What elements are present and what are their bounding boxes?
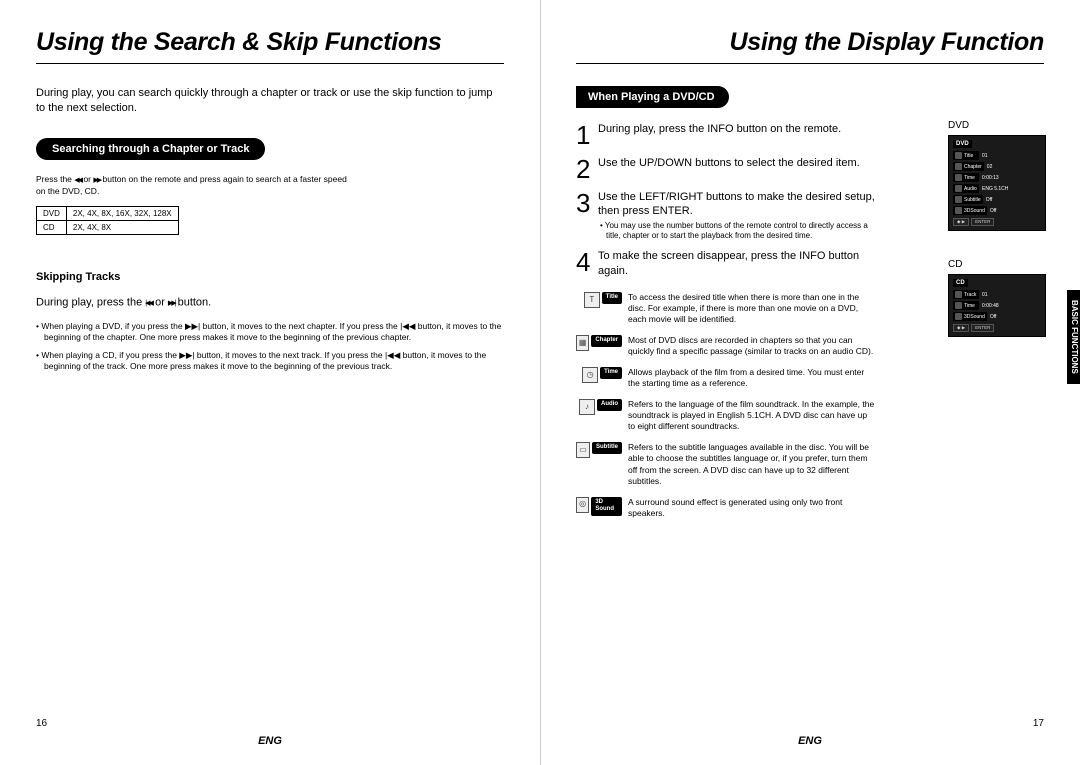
txt: button on the remote and press again to …	[103, 174, 347, 185]
step-num: 3	[576, 190, 598, 241]
chip-3dsound: 3D Sound	[591, 497, 622, 517]
osd-dvd: DVD Title01 Chapter02 Time0:00:13 AudioE…	[948, 135, 1046, 231]
chip-chapter: Chapter	[591, 335, 622, 347]
step-text: Use the UP/DOWN buttons to select the de…	[598, 156, 860, 182]
rule	[36, 63, 504, 64]
skip-body: During play, press the or button.	[36, 295, 504, 310]
chapter-osd-icon: ▦	[576, 335, 589, 351]
title-osd-icon: T	[584, 292, 600, 308]
page-left: Using the Search & Skip Functions During…	[0, 0, 540, 765]
cell: DVD	[37, 206, 67, 220]
cell: 2X, 4X, 8X, 16X, 32X, 128X	[66, 206, 178, 220]
footer-right: 17 ENG	[576, 731, 1044, 747]
lang-code: ENG	[36, 735, 504, 747]
footer-left: 16 ENG	[36, 731, 504, 747]
txt: or	[83, 174, 91, 185]
osd-dvd-label: DVD	[948, 120, 1044, 131]
chip-title: Title	[602, 292, 622, 304]
section-heading-when-playing: When Playing a DVD/CD	[576, 86, 729, 108]
txt: or	[155, 296, 165, 308]
txt: button.	[178, 296, 212, 308]
page-number: 17	[1033, 718, 1044, 729]
chip-subtitle: Subtitle	[592, 442, 622, 454]
info-text: A surround sound effect is generated usi…	[628, 497, 876, 519]
cell: CD	[37, 220, 67, 234]
rewind-icon	[74, 174, 81, 185]
section-tab: BASIC FUNCTIONS	[1067, 290, 1080, 384]
step-num: 4	[576, 249, 598, 278]
forward-icon	[93, 174, 100, 185]
step-text: Use the LEFT/RIGHT buttons to make the d…	[598, 190, 876, 219]
info-text: Refers to the subtitle languages availab…	[628, 442, 876, 486]
cell: 2X, 4X, 8X	[66, 220, 178, 234]
info-text: Refers to the language of the film sound…	[628, 399, 876, 432]
info-text: Most of DVD discs are recorded in chapte…	[628, 335, 876, 357]
step-text: During play, press the INFO button on th…	[598, 122, 841, 148]
page-title-right: Using the Display Function	[576, 28, 1044, 57]
step-text: To make the screen disappear, press the …	[598, 249, 876, 278]
txt: on the DVD, CD.	[36, 186, 504, 197]
note: • When playing a CD, if you press the ▶▶…	[36, 350, 504, 373]
step-note: • You may use the number buttons of the …	[598, 221, 876, 242]
skip-prev-icon	[145, 295, 152, 310]
osd-header: CD	[953, 279, 968, 287]
speed-table: DVD2X, 4X, 8X, 16X, 32X, 128X CD2X, 4X, …	[36, 206, 179, 235]
note: • When playing a DVD, if you press the ▶…	[36, 321, 504, 344]
info-definitions: TTitle To access the desired title when t…	[576, 292, 876, 519]
osd-cd: CD Track01 Time0:00:48 3DSoundOff ◆ ▶ENT…	[948, 274, 1046, 337]
osd-cd-label: CD	[948, 259, 1044, 270]
info-text: To access the desired title when there i…	[628, 292, 876, 325]
chip-audio: Audio	[597, 399, 622, 411]
rule	[576, 63, 1044, 64]
section-heading-search: Searching through a Chapter or Track	[36, 138, 265, 160]
page-right: Using the Display Function When Playing …	[540, 0, 1080, 765]
chip-time: Time	[600, 367, 622, 379]
skip-notes: • When playing a DVD, if you press the ▶…	[36, 321, 504, 373]
audio-osd-icon: ♪	[579, 399, 595, 415]
osd-column: DVD DVD Title01 Chapter02 Time0:00:13 Au…	[948, 120, 1044, 365]
page-number: 16	[36, 718, 47, 729]
subtitle-osd-icon: ▭	[576, 442, 590, 458]
step-num: 2	[576, 156, 598, 182]
page-title-left: Using the Search & Skip Functions	[36, 28, 504, 57]
intro-text: During play, you can search quickly thro…	[36, 86, 504, 116]
txt: During play, press the	[36, 296, 142, 308]
skip-next-icon	[168, 295, 175, 310]
lang-code: ENG	[576, 735, 1044, 747]
info-text: Allows playback of the film from a desir…	[628, 367, 876, 389]
osd-header: DVD	[953, 140, 972, 148]
search-instruction: Press the or button on the remote and pr…	[36, 174, 504, 198]
step-num: 1	[576, 122, 598, 148]
sound-osd-icon: ◎	[576, 497, 589, 513]
txt: Press the	[36, 174, 72, 185]
section-heading-skip: Skipping Tracks	[36, 271, 504, 283]
steps-list: 1During play, press the INFO button on t…	[576, 122, 876, 278]
time-osd-icon: ◷	[582, 367, 598, 383]
